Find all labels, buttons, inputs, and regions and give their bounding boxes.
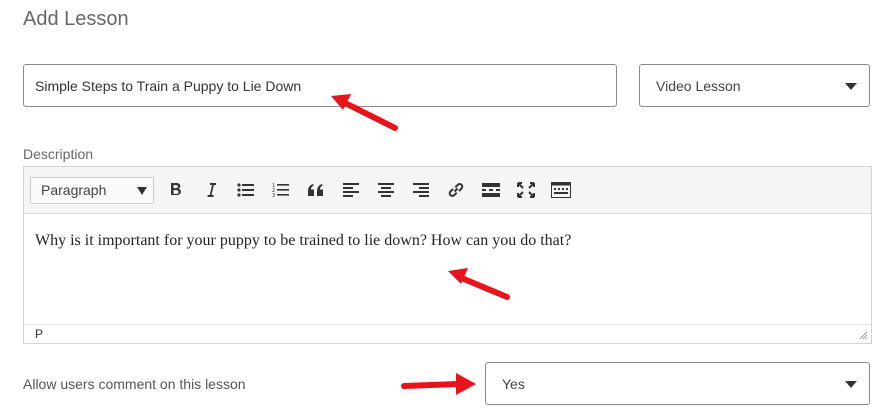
lesson-type-select[interactable]: Video Lesson: [639, 64, 870, 107]
chevron-down-icon: [137, 186, 147, 195]
blockquote-button[interactable]: [298, 175, 333, 205]
editor-paragraph: Why is it important for your puppy to be…: [35, 232, 572, 249]
resize-handle-icon[interactable]: [859, 331, 868, 340]
fullscreen-icon: [516, 182, 535, 198]
allow-comments-select[interactable]: Yes: [485, 362, 870, 405]
svg-text:3: 3: [272, 193, 275, 198]
align-left-button[interactable]: [333, 175, 368, 205]
numbered-list-icon: 123: [272, 183, 289, 198]
align-center-icon: [377, 183, 394, 197]
link-button[interactable]: [438, 175, 473, 205]
editor-toolbar: Paragraph 123: [24, 167, 871, 214]
page-title: Add Lesson: [23, 8, 129, 30]
editor-statusbar: P: [24, 324, 871, 343]
align-center-button[interactable]: [368, 175, 403, 205]
element-path[interactable]: P: [35, 327, 43, 341]
annotation-arrow-icon: [331, 94, 398, 131]
link-icon: [448, 183, 463, 197]
annotation-arrow-icon: [448, 268, 510, 300]
allow-comments-value: Yes: [502, 375, 525, 392]
numbered-list-button[interactable]: 123: [263, 175, 298, 205]
format-select-value: Paragraph: [41, 182, 107, 198]
bold-button[interactable]: [158, 175, 193, 205]
toolbar-toggle-button[interactable]: [543, 175, 578, 205]
description-label: Description: [23, 146, 94, 162]
italic-button[interactable]: [193, 175, 228, 205]
align-right-button[interactable]: [403, 175, 438, 205]
lesson-type-value: Video Lesson: [656, 77, 741, 94]
bold-icon: [170, 183, 181, 195]
lesson-title-input[interactable]: [23, 64, 617, 107]
allow-comments-label: Allow users comment on this lesson: [23, 376, 246, 392]
annotation-arrow-icon: [401, 373, 476, 395]
format-select[interactable]: Paragraph: [30, 176, 154, 204]
blockquote-icon: [307, 184, 323, 196]
chevron-down-icon: [845, 82, 857, 90]
read-more-icon: [481, 183, 500, 197]
description-editor: Paragraph 123 Why is it important for yo…: [23, 166, 872, 344]
italic-icon: [207, 183, 216, 197]
bullet-list-button[interactable]: [228, 175, 263, 205]
fullscreen-button[interactable]: [508, 175, 543, 205]
bullet-list-icon: [236, 183, 254, 197]
chevron-down-icon: [845, 380, 857, 388]
toolbar-toggle-icon: [550, 182, 571, 198]
align-right-icon: [412, 183, 429, 197]
read-more-button[interactable]: [473, 175, 508, 205]
align-left-icon: [342, 183, 359, 197]
